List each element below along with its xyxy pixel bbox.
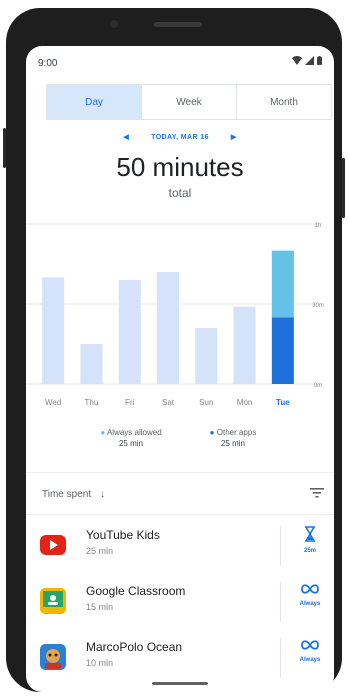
x-tick-label: Sat bbox=[162, 398, 175, 407]
battery-icon bbox=[317, 56, 322, 65]
infinity-icon bbox=[301, 640, 319, 650]
bar bbox=[157, 272, 179, 384]
x-tick-label: Wed bbox=[45, 398, 61, 407]
camera bbox=[110, 20, 118, 28]
total-time: 50 minutes bbox=[116, 152, 244, 182]
app-time: 25 min bbox=[86, 546, 114, 556]
legend-label: Always allowed bbox=[106, 428, 162, 437]
tab-day[interactable]: Day bbox=[47, 85, 141, 119]
date-label: TODAY, MAR 16 bbox=[151, 133, 209, 141]
app-row-google-classroom[interactable]: Google Classroom 15 min Always bbox=[26, 574, 334, 630]
google-classroom-icon bbox=[40, 588, 66, 614]
separator bbox=[280, 638, 281, 678]
legend-item-always-allowed: ● Always allowed 25 min bbox=[86, 428, 176, 448]
app-limit-button[interactable]: Always bbox=[288, 638, 332, 678]
y-tick-label: 30m bbox=[312, 303, 324, 309]
y-tick-label: 1h bbox=[315, 223, 322, 229]
app-limit-button[interactable]: Always bbox=[288, 582, 332, 622]
app-limit-label: 25m bbox=[303, 548, 316, 554]
bar-segment-always-allowed bbox=[271, 317, 294, 384]
date-navigator: ◀ TODAY, MAR 16 ▶ bbox=[26, 130, 334, 144]
hourglass-icon bbox=[305, 526, 315, 542]
separator bbox=[280, 526, 281, 566]
signal-icon bbox=[305, 56, 314, 65]
total-caption: total bbox=[168, 186, 192, 200]
volume-button bbox=[3, 128, 6, 168]
legend-dot: ● bbox=[209, 428, 215, 437]
tab-week[interactable]: Week bbox=[141, 85, 236, 119]
time-spent-sort[interactable]: Time spent ↓ bbox=[42, 489, 105, 500]
app-limit-label: Always bbox=[299, 657, 321, 663]
sort-label: Time spent bbox=[42, 489, 92, 500]
status-icons bbox=[292, 56, 322, 65]
arrow-down-icon: ↓ bbox=[99, 489, 105, 500]
home-indicator[interactable] bbox=[152, 682, 208, 685]
status-time: 9:00 bbox=[38, 58, 58, 69]
youtube-kids-icon bbox=[40, 535, 66, 555]
legend-value: 25 min bbox=[118, 439, 143, 448]
bar bbox=[80, 344, 103, 384]
status-bar: 9:00 bbox=[26, 46, 334, 76]
previous-day-icon[interactable]: ◀ bbox=[123, 133, 129, 141]
divider bbox=[26, 472, 334, 473]
app-limit-button[interactable]: 25m bbox=[288, 526, 332, 566]
period-tabs: Day Week Month bbox=[46, 84, 332, 120]
app-name: MarcoPolo Ocean bbox=[86, 640, 183, 654]
x-tick-label: Tue bbox=[276, 398, 290, 407]
next-day-icon[interactable]: ▶ bbox=[231, 133, 237, 141]
phone-frame: 9:00 Day Week Month ◀ TODAY, MAR 16 ▶ 50… bbox=[3, 8, 345, 692]
bar bbox=[118, 280, 141, 384]
app-name: Google Classroom bbox=[86, 584, 186, 598]
app-time: 10 min bbox=[86, 658, 114, 668]
screen: 9:00 Day Week Month ◀ TODAY, MAR 16 ▶ 50… bbox=[26, 46, 334, 692]
wifi-icon bbox=[292, 56, 302, 65]
legend-dot: ● bbox=[100, 428, 106, 437]
infinity-icon bbox=[301, 584, 319, 594]
x-tick-label: Mon bbox=[237, 398, 253, 407]
filter-icon[interactable] bbox=[310, 487, 324, 499]
legend-label: Other apps bbox=[216, 428, 257, 437]
power-button bbox=[342, 158, 345, 218]
tab-month[interactable]: Month bbox=[236, 85, 331, 119]
separator bbox=[280, 582, 281, 622]
legend-item-other-apps: ● Other apps 25 min bbox=[188, 428, 278, 448]
app-limit-label: Always bbox=[299, 601, 321, 607]
bar bbox=[195, 328, 218, 384]
usage-bar-chart: 1h 30m 0m Wed Thu Fri Sat Sun Mon Tue bbox=[26, 223, 324, 407]
x-tick-label: Sun bbox=[199, 398, 213, 407]
x-tick-label: Fri bbox=[125, 398, 135, 407]
bar-segment-other-apps bbox=[271, 250, 294, 318]
chart-legend: ● Always allowed 25 min ● Other apps 25 … bbox=[26, 428, 334, 462]
y-tick-label: 0m bbox=[314, 383, 322, 389]
divider bbox=[26, 514, 334, 515]
app-row-youtube-kids[interactable]: YouTube Kids 25 min 25m bbox=[26, 518, 334, 574]
speaker bbox=[154, 22, 202, 27]
marcopolo-ocean-icon bbox=[40, 644, 66, 670]
app-name: YouTube Kids bbox=[86, 528, 160, 542]
app-time: 15 min bbox=[86, 602, 114, 612]
x-tick-label: Thu bbox=[85, 398, 99, 407]
bar bbox=[233, 306, 256, 384]
bar bbox=[42, 277, 65, 384]
legend-value: 25 min bbox=[220, 439, 245, 448]
app-row-marcopolo-ocean[interactable]: MarcoPolo Ocean 10 min Always bbox=[26, 630, 334, 686]
